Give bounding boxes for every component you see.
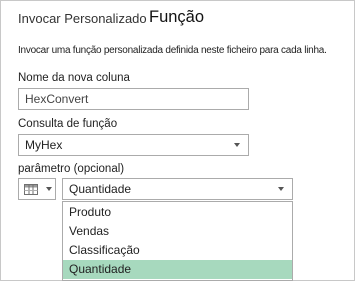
function-query-label: Consulta de função bbox=[18, 118, 118, 130]
dialog-title-text: Invocar Personalizado bbox=[18, 11, 147, 26]
function-query-value: MyHex bbox=[25, 138, 63, 152]
dropdown-option-produto[interactable]: Produto bbox=[63, 203, 292, 222]
chevron-down-icon bbox=[278, 187, 284, 191]
parameter-label: parâmetro (opcional) bbox=[18, 163, 125, 175]
parameter-type-button[interactable] bbox=[18, 178, 56, 200]
dropdown-option-quantidade[interactable]: Quantidade bbox=[63, 260, 292, 279]
new-column-name-input[interactable] bbox=[18, 88, 249, 110]
dialog-description: Invocar uma função personalizada definid… bbox=[18, 45, 327, 56]
parameter-dropdown-list: Produto Vendas Classificação Quantidade bbox=[62, 201, 293, 281]
table-column-icon bbox=[24, 184, 38, 195]
chevron-down-icon bbox=[234, 143, 240, 147]
chevron-down-icon bbox=[46, 187, 52, 191]
function-query-select[interactable]: MyHex bbox=[18, 134, 249, 156]
new-column-label: Nome da nova coluna bbox=[18, 72, 130, 84]
invoke-custom-function-dialog: Invocar Personalizado Função Invocar uma… bbox=[0, 0, 355, 281]
dropdown-option-classificacao[interactable]: Classificação bbox=[63, 241, 292, 260]
dialog-subtitle-text: Função bbox=[149, 8, 205, 26]
parameter-value: Quantidade bbox=[69, 182, 132, 196]
dropdown-option-vendas[interactable]: Vendas bbox=[63, 222, 292, 241]
parameter-select[interactable]: Quantidade bbox=[62, 178, 293, 200]
